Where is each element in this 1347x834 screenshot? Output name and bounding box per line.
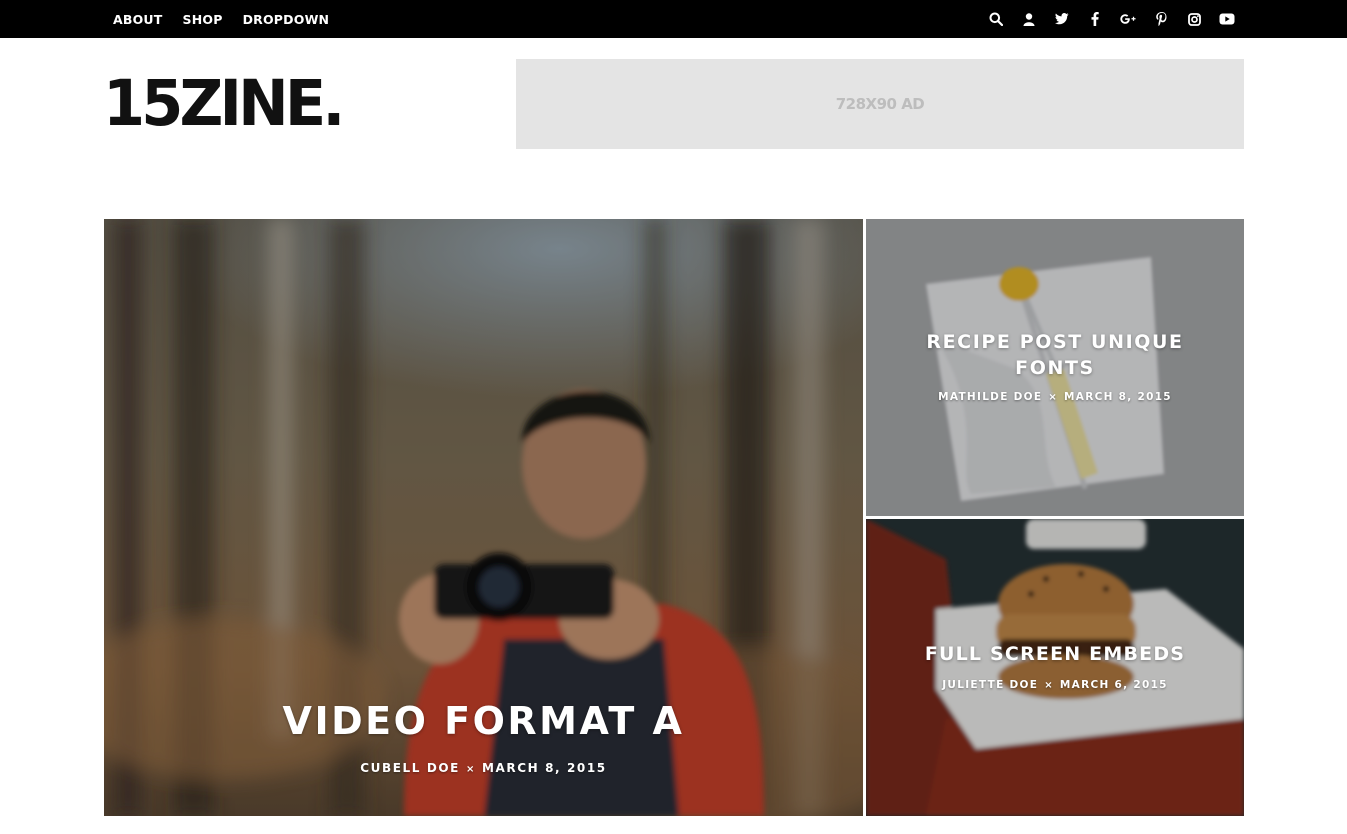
top-bar: ABOUT SHOP DROPDOWN xyxy=(0,0,1347,38)
featured-post-side-top[interactable]: RECIPE POST UNIQUE FONTS MATHILDE DOE × MA… xyxy=(866,219,1244,516)
featured-main-meta: CUBELL DOE × MARCH 8, 2015 xyxy=(104,761,863,775)
search-icon[interactable] xyxy=(988,11,1004,27)
ad-banner[interactable]: 728X90 AD xyxy=(516,59,1244,149)
facebook-icon[interactable] xyxy=(1087,11,1103,27)
recipe-post-author[interactable]: MATHILDE DOE xyxy=(938,391,1042,403)
featured-main-date: MARCH 8, 2015 xyxy=(481,761,607,775)
recipe-post-meta: MATHILDE DOE × MARCH 8, 2015 xyxy=(866,391,1244,403)
site-logo[interactable]: 15ZINE. xyxy=(103,66,345,142)
featured-main-author[interactable]: CUBELL DOE xyxy=(360,761,460,775)
embeds-post-date: MARCH 6, 2015 xyxy=(1059,679,1168,691)
user-icon[interactable] xyxy=(1021,11,1037,27)
google-plus-icon[interactable] xyxy=(1120,11,1136,27)
nav-item-dropdown[interactable]: DROPDOWN xyxy=(243,12,330,27)
ad-label: 728X90 AD xyxy=(835,95,925,113)
pinterest-icon[interactable] xyxy=(1153,11,1169,27)
twitter-icon[interactable] xyxy=(1054,11,1070,27)
embeds-post-meta: JULIETTE DOE × MARCH 6, 2015 xyxy=(866,679,1244,691)
instagram-icon[interactable] xyxy=(1186,11,1202,27)
top-nav: ABOUT SHOP DROPDOWN xyxy=(113,0,329,38)
embeds-post-author[interactable]: JULIETTE DOE xyxy=(942,679,1038,691)
featured-main-title[interactable]: VIDEO FORMAT A xyxy=(104,699,863,743)
nav-item-shop[interactable]: SHOP xyxy=(183,12,223,27)
social-icons xyxy=(988,0,1235,38)
meta-separator: × xyxy=(1048,392,1059,403)
youtube-icon[interactable] xyxy=(1219,11,1235,27)
recipe-post-date: MARCH 8, 2015 xyxy=(1064,391,1172,403)
embeds-post-overlay xyxy=(866,519,1244,816)
nav-item-about[interactable]: ABOUT xyxy=(113,12,163,27)
featured-post-main[interactable]: VIDEO FORMAT A CUBELL DOE × MARCH 8, 2015 xyxy=(104,219,863,816)
recipe-post-title[interactable]: RECIPE POST UNIQUE FONTS xyxy=(866,329,1244,381)
embeds-post-title[interactable]: FULL SCREEN EMBEDS xyxy=(866,643,1244,665)
meta-separator: × xyxy=(1044,680,1054,691)
meta-separator: × xyxy=(465,764,476,775)
featured-post-side-bottom[interactable]: FULL SCREEN EMBEDS JULIETTE DOE × MARCH 6,… xyxy=(866,519,1244,816)
